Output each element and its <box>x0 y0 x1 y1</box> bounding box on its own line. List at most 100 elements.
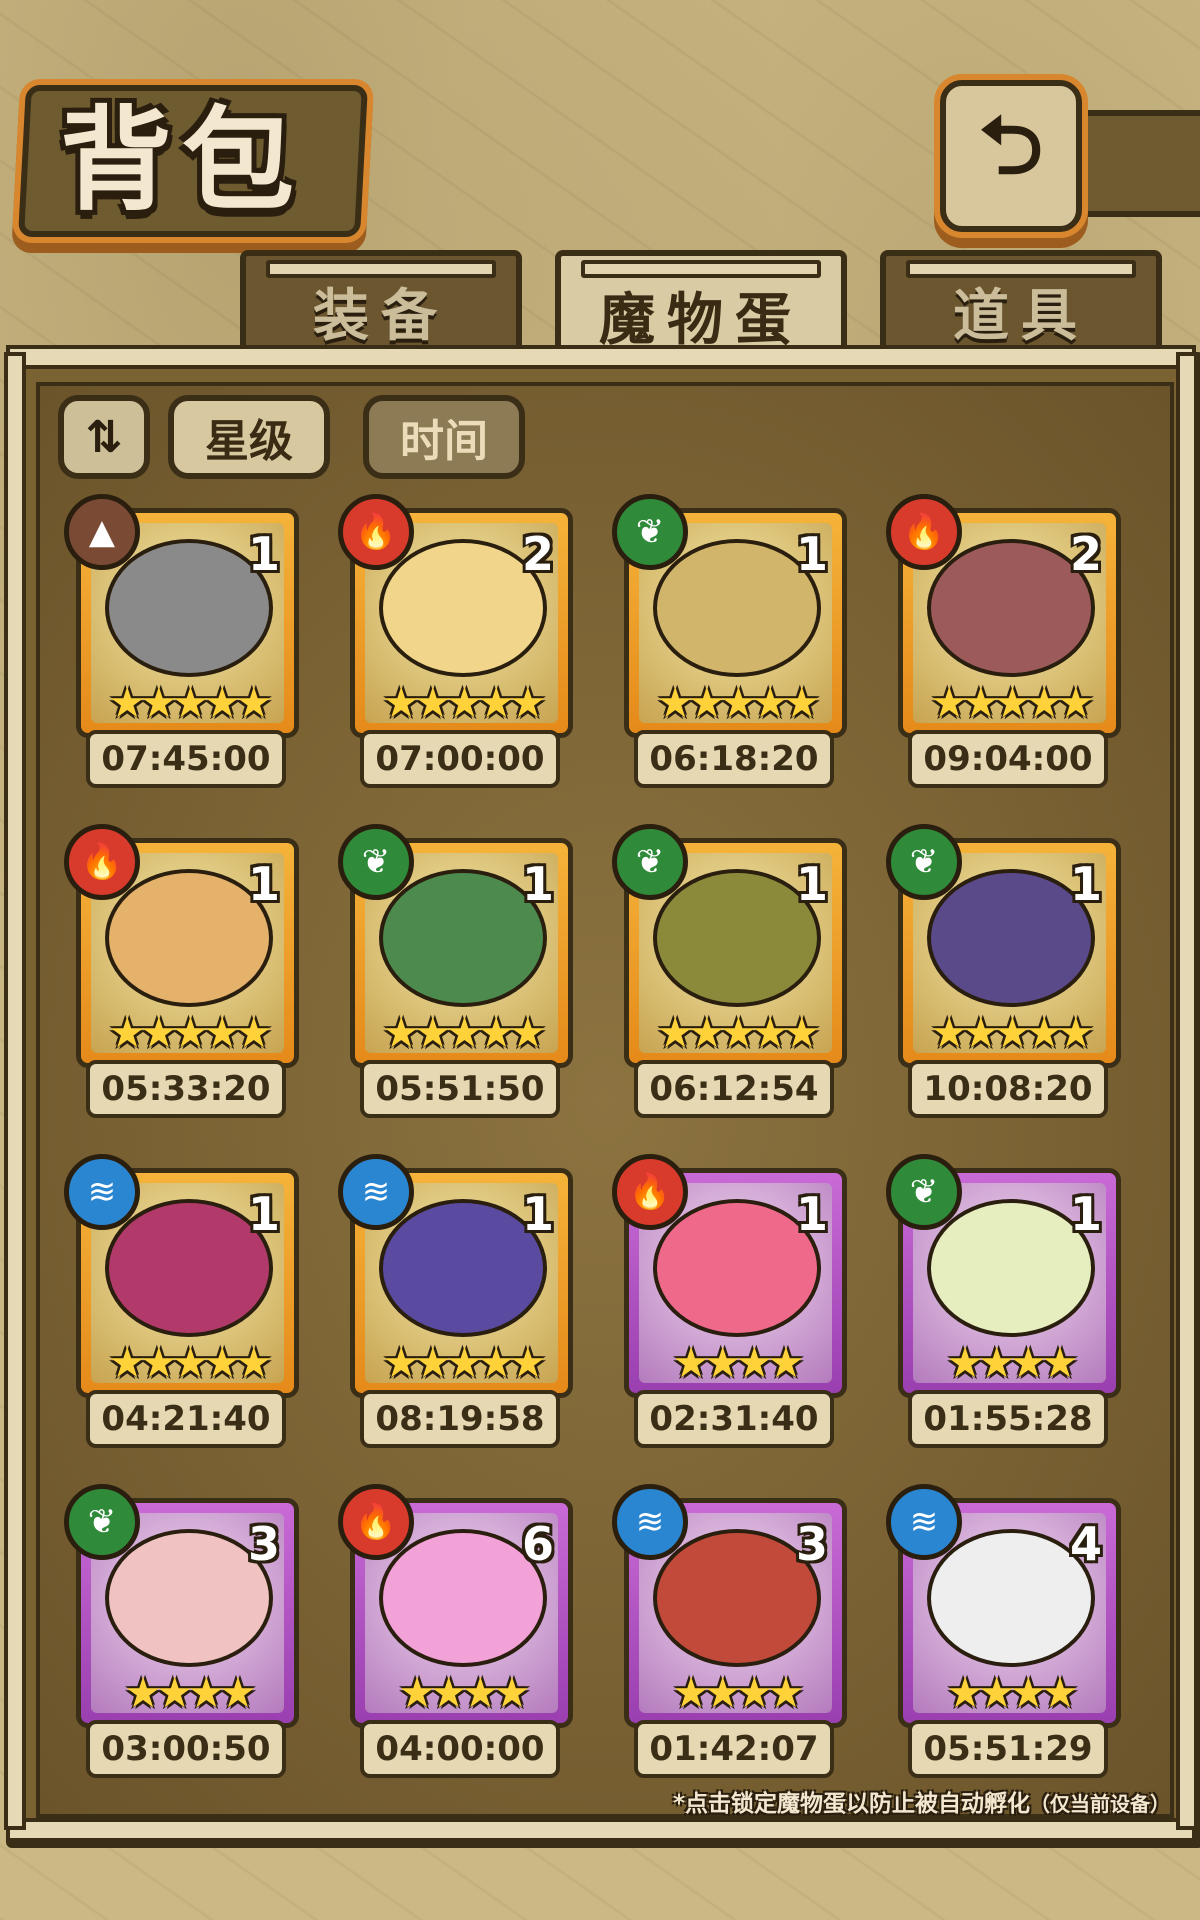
egg-stars: ★★★★★ <box>930 678 1094 727</box>
fire-element-icon: 🔥 <box>64 824 140 900</box>
egg-count: 3 <box>795 1517 828 1571</box>
egg-hatch-timer: 02:31:40 <box>634 1390 834 1448</box>
egg-count: 1 <box>795 857 828 911</box>
water-element-icon: ≋ <box>338 1154 414 1230</box>
egg-hatch-timer: 05:33:20 <box>86 1060 286 1118</box>
egg-hatch-timer: 09:04:00 <box>908 730 1108 788</box>
tab-label: 道具 <box>953 283 1089 349</box>
egg-stars: ★★★★★ <box>108 678 272 727</box>
egg-count: 2 <box>1069 527 1102 581</box>
egg-count: 1 <box>795 527 828 581</box>
sort-by-star-button[interactable]: 星级 <box>168 395 330 479</box>
egg-hatch-timer: 04:00:00 <box>360 1720 560 1778</box>
panel-right-rail <box>1176 352 1198 1830</box>
egg-stars: ★★★★★ <box>656 678 820 727</box>
egg-stars: ★★★★ <box>672 1338 805 1387</box>
earth-element-icon: ▲ <box>64 494 140 570</box>
egg-stars: ★★★★ <box>946 1338 1079 1387</box>
egg-card[interactable]: 1 ★★★★★ ≋ 04:21:40 <box>64 1154 301 1448</box>
tab-rail <box>266 260 496 278</box>
egg-stars: ★★★★ <box>398 1668 531 1717</box>
egg-card[interactable]: 1 ★★★★★ 🔥 05:33:20 <box>64 824 301 1118</box>
egg-stars: ★★★★ <box>946 1668 1079 1717</box>
egg-count: 1 <box>247 1187 280 1241</box>
water-element-icon: ≋ <box>64 1154 140 1230</box>
egg-stars: ★★★★★ <box>382 1008 546 1057</box>
egg-stars: ★★★★ <box>672 1668 805 1717</box>
egg-hatch-timer: 01:42:07 <box>634 1720 834 1778</box>
back-button[interactable]: ⮌ <box>940 80 1082 232</box>
egg-count: 1 <box>795 1187 828 1241</box>
egg-count: 3 <box>247 1517 280 1571</box>
panel-top-rail <box>6 345 1196 369</box>
egg-hatch-timer: 05:51:29 <box>908 1720 1108 1778</box>
egg-card[interactable]: 1 ★★★★★ ❦ 05:51:50 <box>338 824 575 1118</box>
fire-element-icon: 🔥 <box>338 494 414 570</box>
panel-bottom-rail <box>6 1818 1196 1842</box>
egg-hatch-timer: 01:55:28 <box>908 1390 1108 1448</box>
egg-hatch-timer: 04:21:40 <box>86 1390 286 1448</box>
egg-stars: ★★★★★ <box>656 1008 820 1057</box>
egg-card[interactable]: 2 ★★★★★ 🔥 09:04:00 <box>886 494 1123 788</box>
lock-hint-text: *点击锁定魔物蛋以防止被自动孵化 <box>672 1791 1030 1817</box>
egg-card[interactable]: 4 ★★★★ ≋ 05:51:29 <box>886 1484 1123 1778</box>
egg-count: 1 <box>247 527 280 581</box>
egg-hatch-timer: 07:00:00 <box>360 730 560 788</box>
lock-hint-note: （仅当前设备） <box>1030 1792 1170 1816</box>
fire-element-icon: 🔥 <box>886 494 962 570</box>
tab-rail <box>906 260 1136 278</box>
egg-stars: ★★★★★ <box>108 1008 272 1057</box>
egg-count: 1 <box>1069 857 1102 911</box>
tab-label: 魔物蛋 <box>599 287 803 353</box>
egg-card[interactable]: 3 ★★★★ ❦ 03:00:50 <box>64 1484 301 1778</box>
water-element-icon: ≋ <box>612 1484 688 1560</box>
egg-card[interactable]: 1 ★★★★ 🔥 02:31:40 <box>612 1154 849 1448</box>
nature-element-icon: ❦ <box>886 1154 962 1230</box>
page-title: 背包 <box>60 96 304 226</box>
fire-element-icon: 🔥 <box>338 1484 414 1560</box>
nature-element-icon: ❦ <box>612 824 688 900</box>
sort-by-time-button[interactable]: 时间 <box>363 395 525 479</box>
nature-element-icon: ❦ <box>886 824 962 900</box>
lock-hint: *点击锁定魔物蛋以防止被自动孵化（仅当前设备） <box>673 1784 1170 1818</box>
egg-stars: ★★★★★ <box>108 1338 272 1387</box>
egg-hatch-timer: 10:08:20 <box>908 1060 1108 1118</box>
nature-element-icon: ❦ <box>338 824 414 900</box>
egg-card[interactable]: 3 ★★★★ ≋ 01:42:07 <box>612 1484 849 1778</box>
egg-stars: ★★★★ <box>124 1668 257 1717</box>
egg-hatch-timer: 06:12:54 <box>634 1060 834 1118</box>
egg-hatch-timer: 08:19:58 <box>360 1390 560 1448</box>
egg-count: 4 <box>1069 1517 1102 1571</box>
egg-card[interactable]: 1 ★★★★ ❦ 01:55:28 <box>886 1154 1123 1448</box>
panel-left-rail <box>4 352 26 1830</box>
egg-stars: ★★★★★ <box>382 678 546 727</box>
fire-element-icon: 🔥 <box>612 1154 688 1230</box>
egg-card[interactable]: 2 ★★★★★ 🔥 07:00:00 <box>338 494 575 788</box>
back-arrow-icon: ⮌ <box>978 99 1044 192</box>
egg-hatch-timer: 06:18:20 <box>634 730 834 788</box>
egg-count: 1 <box>1069 1187 1102 1241</box>
water-element-icon: ≋ <box>886 1484 962 1560</box>
egg-card[interactable]: 1 ★★★★★ ❦ 06:18:20 <box>612 494 849 788</box>
egg-hatch-timer: 05:51:50 <box>360 1060 560 1118</box>
tab-rail <box>581 260 821 278</box>
tab-label: 装备 <box>313 283 449 349</box>
egg-stars: ★★★★★ <box>930 1008 1094 1057</box>
egg-count: 2 <box>521 527 554 581</box>
egg-count: 1 <box>247 857 280 911</box>
egg-count: 6 <box>521 1517 554 1571</box>
egg-count: 1 <box>521 1187 554 1241</box>
nature-element-icon: ❦ <box>64 1484 140 1560</box>
egg-hatch-timer: 03:00:50 <box>86 1720 286 1778</box>
egg-hatch-timer: 07:45:00 <box>86 730 286 788</box>
egg-card[interactable]: 6 ★★★★ 🔥 04:00:00 <box>338 1484 575 1778</box>
egg-stars: ★★★★★ <box>382 1338 546 1387</box>
egg-card[interactable]: 1 ★★★★★ ≋ 08:19:58 <box>338 1154 575 1448</box>
sort-order-button[interactable]: ⇅ <box>58 395 150 479</box>
nature-element-icon: ❦ <box>612 494 688 570</box>
sort-order-icon: ⇅ <box>85 411 123 463</box>
egg-card[interactable]: 1 ★★★★★ ❦ 06:12:54 <box>612 824 849 1118</box>
egg-card[interactable]: 1 ★★★★★ ❦ 10:08:20 <box>886 824 1123 1118</box>
egg-card[interactable]: 1 ★★★★★ ▲ 07:45:00 <box>64 494 301 788</box>
egg-count: 1 <box>521 857 554 911</box>
